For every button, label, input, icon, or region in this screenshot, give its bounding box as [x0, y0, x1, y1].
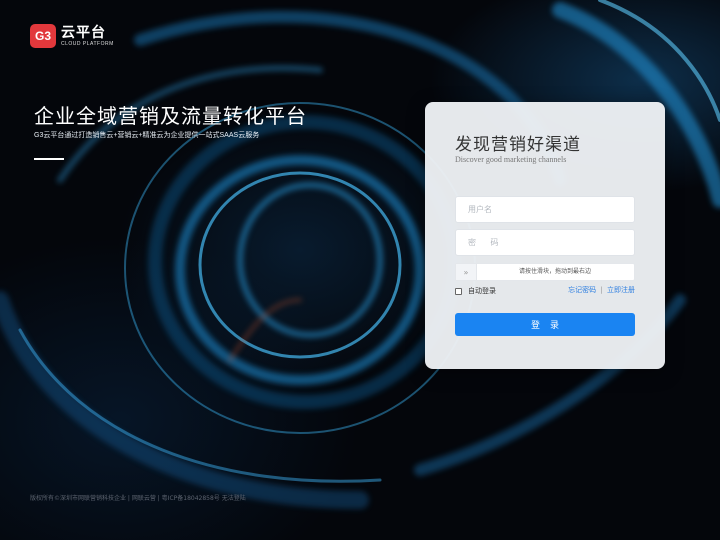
password-input[interactable] — [455, 229, 635, 256]
auto-login-option[interactable]: 自动登录 — [455, 286, 496, 296]
auto-login-label: 自动登录 — [468, 287, 496, 295]
slider-handle[interactable]: » — [456, 264, 477, 280]
link-separator: | — [600, 286, 603, 294]
logo-mark: G3 — [30, 24, 56, 48]
brand-logo[interactable]: G3 云平台 CLOUD PLATFORM — [30, 24, 114, 48]
login-button[interactable]: 登录 — [455, 313, 635, 336]
double-chevron-right-icon: » — [463, 267, 469, 277]
footer-copyright: 版权所有©深圳市网联营销科技企业 | 网联云营 | 粤ICP备18042858号… — [30, 495, 246, 502]
slider-captcha[interactable]: 请按住滑块，拖动到最右边 » — [455, 263, 635, 281]
account-links: 忘记密码 | 立即注册 — [568, 286, 635, 295]
hero-divider — [34, 158, 64, 160]
logo-name-cn: 云平台 — [61, 24, 106, 41]
hero-subtitle: G3云平台通过打造销售云+营销云+精准云为企业提供一站式SAAS云服务 — [34, 132, 260, 139]
login-subtitle: Discover good marketing channels — [455, 155, 567, 164]
login-title: 发现营销好渠道 — [455, 135, 581, 154]
slider-hint: 请按住滑块，拖动到最右边 — [518, 268, 591, 275]
hero-title: 企业全域营销及流量转化平台 — [34, 104, 307, 128]
logo-text: 云平台 CLOUD PLATFORM — [61, 26, 114, 47]
forgot-password-link[interactable]: 忘记密码 — [568, 286, 596, 294]
username-input[interactable] — [455, 196, 635, 223]
logo-name-en: CLOUD PLATFORM — [61, 40, 114, 47]
auto-login-checkbox[interactable] — [455, 287, 462, 295]
login-panel: 发现营销好渠道 Discover good marketing channels… — [425, 102, 665, 369]
register-link[interactable]: 立即注册 — [607, 286, 635, 294]
